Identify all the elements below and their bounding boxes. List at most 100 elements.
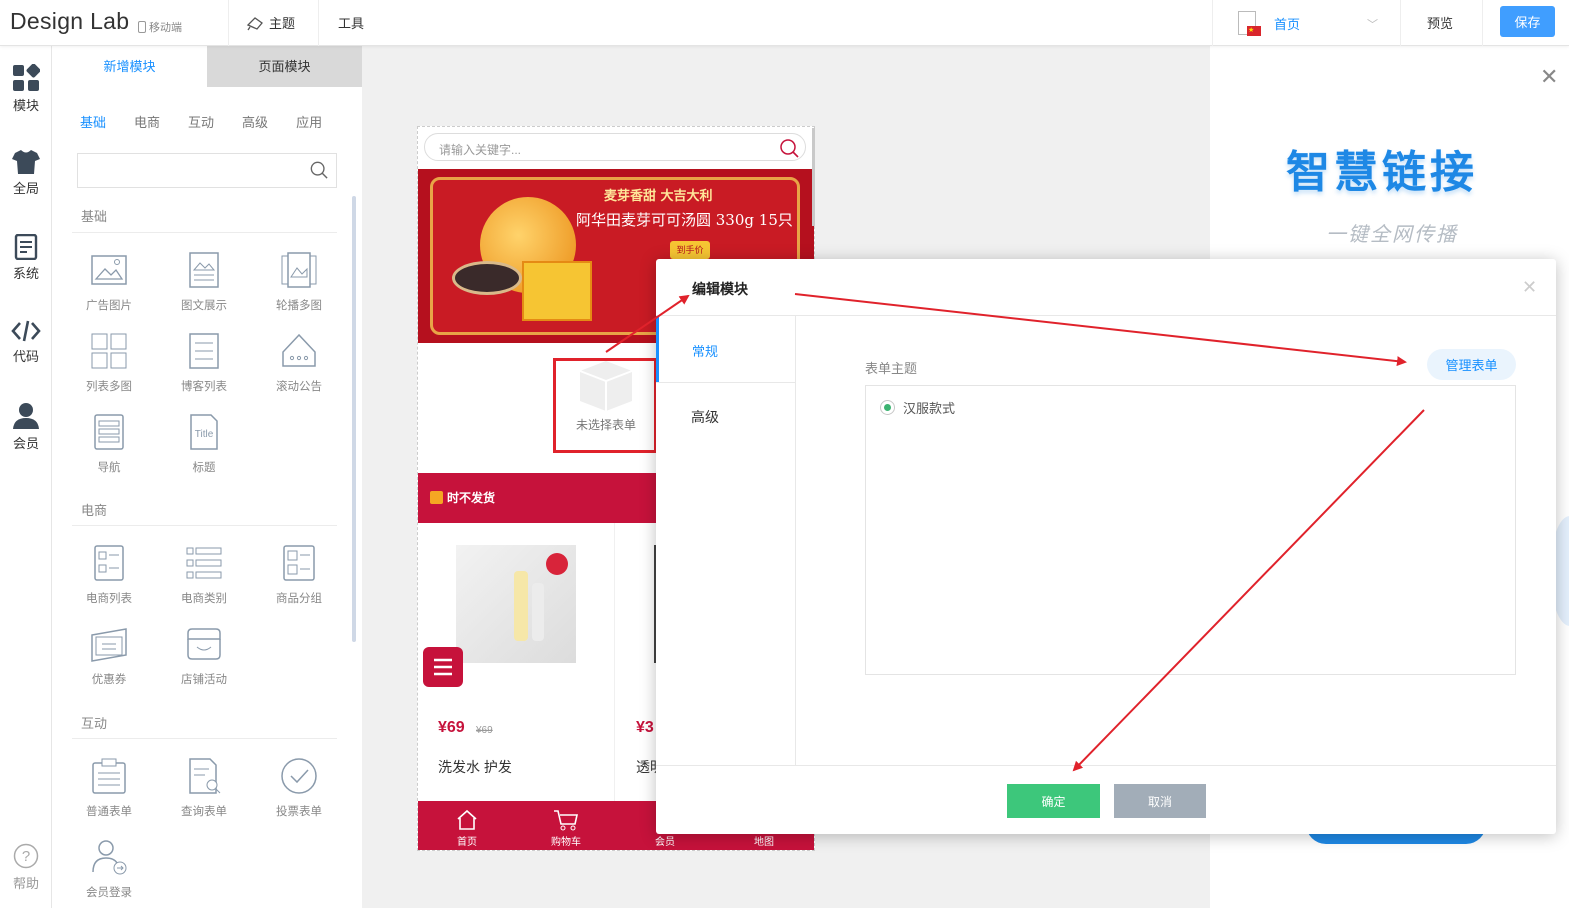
module-normal-form[interactable]: 普通表单 <box>69 757 149 819</box>
module-ecommerce-category[interactable]: 电商类别 <box>164 544 244 606</box>
tabbar-label: 地图 <box>754 837 774 848</box>
module-list-images[interactable]: 列表多图 <box>69 332 149 394</box>
notice-icon <box>282 333 316 367</box>
banner-bowl-image <box>452 261 522 295</box>
app-logo: Design Lab <box>10 8 130 34</box>
sidebar-item-member[interactable]: 会员 <box>0 402 52 452</box>
notice-content: 时不发货 <box>430 489 495 506</box>
category-tab[interactable]: 应用 <box>296 112 322 131</box>
module-title[interactable]: Title 标题 <box>164 413 244 475</box>
module-label: 店铺活动 <box>181 674 227 686</box>
form-option[interactable]: 汉服款式 <box>880 398 955 417</box>
tab-page-module[interactable]: 页面模块 <box>207 46 362 87</box>
manage-forms-button[interactable]: 管理表单 <box>1427 349 1516 380</box>
home-icon <box>457 809 477 830</box>
phone-search-input[interactable]: 请输入关键字... <box>424 133 806 161</box>
device-label: 移动端 <box>149 22 182 34</box>
menu-icon <box>434 658 452 676</box>
tools-menu[interactable]: 工具 <box>338 13 364 32</box>
help-button[interactable]: ? 帮助 <box>0 843 52 892</box>
module-product-group[interactable]: 商品分组 <box>259 544 339 606</box>
module-label: 会员登录 <box>86 887 132 899</box>
highlight-box <box>553 358 657 453</box>
module-search-input[interactable] <box>77 153 337 188</box>
divider <box>656 765 1556 766</box>
page-select[interactable]: ★ 首页 ﹀ <box>1238 8 1398 38</box>
panel-scrollbar[interactable] <box>352 196 356 642</box>
image-icon <box>91 255 127 285</box>
module-blog-list[interactable]: 博客列表 <box>164 332 244 394</box>
chevron-down-icon: ﹀ <box>1367 19 1378 31</box>
theme-menu[interactable]: 主题 <box>246 13 295 32</box>
save-button[interactable]: 保存 <box>1500 6 1555 37</box>
module-member-login[interactable]: 会员登录 <box>69 838 149 900</box>
product-name[interactable]: 洗发水 护发 <box>438 757 512 777</box>
svg-text:?: ? <box>22 848 30 865</box>
module-vote-form[interactable]: 投票表单 <box>259 757 339 819</box>
divider <box>1212 0 1213 46</box>
promo-subtitle: 一键全网传播 <box>1326 224 1458 246</box>
module-scroll-notice[interactable]: 滚动公告 <box>259 332 339 394</box>
close-icon[interactable]: ✕ <box>1540 64 1558 90</box>
module-label: 电商类别 <box>181 593 227 605</box>
float-menu-button[interactable] <box>423 647 463 687</box>
sidebar-item-system[interactable]: 系统 <box>0 234 52 282</box>
module-coupon[interactable]: 优惠券 <box>69 625 149 687</box>
tab-add-module[interactable]: 新增模块 <box>52 46 207 87</box>
sidebar-item-label: 代码 <box>12 349 39 364</box>
module-label: 普通表单 <box>86 806 132 818</box>
modules-icon <box>13 64 40 91</box>
tabbar-label: 购物车 <box>551 837 581 848</box>
phone-scrollbar[interactable] <box>812 128 815 226</box>
tabbar-item-home[interactable]: 首页 <box>437 807 497 848</box>
cancel-button[interactable]: 取消 <box>1114 784 1206 818</box>
module-carousel[interactable]: 轮播多图 <box>259 251 339 313</box>
promo-title: 智慧链接 <box>1286 148 1478 197</box>
module-ecommerce-list[interactable]: 电商列表 <box>69 544 149 606</box>
sidebar-item-code[interactable]: 代码 <box>0 319 52 365</box>
form-icon <box>92 758 126 794</box>
sidebar-item-global[interactable]: 全局 <box>0 149 52 197</box>
search-icon <box>310 161 328 179</box>
module-label: 博客列表 <box>181 381 227 393</box>
tab-general[interactable]: 常规 <box>656 316 796 382</box>
product-image[interactable] <box>456 545 576 663</box>
category-tab[interactable]: 电商 <box>134 112 160 131</box>
category-tab[interactable]: 互动 <box>188 112 214 131</box>
banner-box-image <box>522 261 592 321</box>
coupon-icon <box>91 628 127 662</box>
module-nav[interactable]: 导航 <box>69 413 149 475</box>
document-icon <box>14 234 38 260</box>
module-image-text[interactable]: 图文展示 <box>164 251 244 313</box>
form-theme-list: 汉服款式 <box>865 385 1516 675</box>
preview-button[interactable]: 预览 <box>1427 13 1453 32</box>
nav-icon <box>94 414 124 450</box>
module-label: 广告图片 <box>86 300 132 312</box>
device-mode[interactable]: 移动端 <box>138 19 182 35</box>
divider <box>228 0 229 46</box>
product-price: ¥69 <box>438 719 465 736</box>
tabbar-item-cart[interactable]: 购物车 <box>536 807 596 848</box>
tabbar-label: 首页 <box>457 837 477 848</box>
radio-selected[interactable] <box>880 400 895 415</box>
category-tab[interactable]: 高级 <box>242 112 268 131</box>
shirt-icon <box>12 150 40 174</box>
close-icon[interactable]: ✕ <box>1522 277 1537 298</box>
current-page-name: 首页 <box>1274 16 1301 32</box>
left-sidebar: 模块 全局 系统 代码 会员 <box>0 46 52 908</box>
module-label: 导航 <box>97 462 121 474</box>
product-list-icon <box>94 545 124 581</box>
module-query-form[interactable]: 查询表单 <box>164 757 244 819</box>
module-store-activity[interactable]: 店铺活动 <box>164 625 244 687</box>
divider <box>72 525 337 526</box>
sidebar-item-label: 系统 <box>12 266 39 281</box>
code-icon <box>11 320 41 342</box>
tab-advanced[interactable]: 高级 <box>656 382 796 448</box>
module-label: 标题 <box>192 462 216 474</box>
sidebar-item-modules[interactable]: 模块 <box>0 64 52 114</box>
grid-images-icon <box>91 333 127 369</box>
module-ad-image[interactable]: 广告图片 <box>69 251 149 313</box>
sidebar-item-label: 模块 <box>12 98 39 113</box>
confirm-button[interactable]: 确定 <box>1007 784 1100 818</box>
category-tab[interactable]: 基础 <box>80 112 106 131</box>
